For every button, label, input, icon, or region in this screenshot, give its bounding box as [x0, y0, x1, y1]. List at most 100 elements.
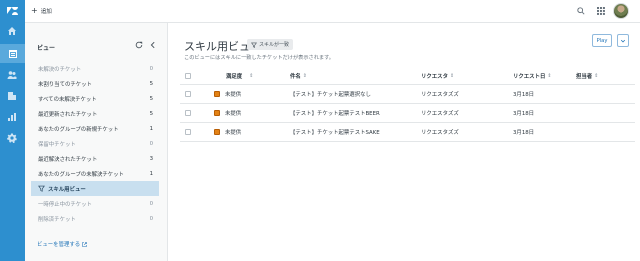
top-bar: + 追加	[25, 0, 640, 23]
view-item[interactable]: 最近更新されたチケット 5	[31, 106, 159, 121]
view-item[interactable]: あなたのグループの未解決チケット 1	[31, 166, 159, 181]
row-checkbox[interactable]	[185, 129, 191, 135]
view-item-label: 一時停止中のチケット	[38, 201, 92, 208]
sort-icon: ⇕	[594, 73, 599, 79]
view-item-count: 5	[149, 110, 153, 117]
manage-views-link[interactable]: ビューを管理する	[37, 240, 87, 248]
requested-cell: 3月18日	[513, 130, 535, 136]
status-square-icon	[214, 110, 220, 116]
col-label: 満足度	[226, 74, 243, 80]
play-button[interactable]: Play	[592, 34, 612, 47]
subject-cell[interactable]: 【テスト】チケット起票選択なし	[290, 85, 371, 103]
view-item[interactable]: 一時停止中のチケット 0	[31, 196, 159, 211]
row-checkbox[interactable]	[185, 91, 191, 97]
view-item-count: 1	[149, 125, 153, 132]
status-square-icon	[214, 91, 220, 97]
select-all-checkbox[interactable]	[185, 73, 191, 79]
table-header: 満足度 ⇕ 件名 ⇕ リクエスタ ⇕ リクエスト日 ⇕ 担当者 ⇕	[180, 68, 635, 85]
view-item[interactable]: 未解決のチケット 0	[31, 61, 159, 76]
satisfaction-cell: 未提供	[214, 104, 241, 122]
satisfaction-cell: 未提供	[214, 123, 241, 141]
view-item-label: 削除済チケット	[38, 216, 76, 223]
filter-icon	[251, 42, 257, 48]
search-icon[interactable]	[577, 7, 585, 15]
views-icon[interactable]	[0, 44, 25, 63]
organizations-icon[interactable]	[6, 90, 18, 102]
add-button[interactable]: + 追加	[31, 6, 52, 16]
subject-cell[interactable]: 【テスト】チケット起票テストBEER	[290, 104, 380, 122]
col-subject[interactable]: 件名 ⇕	[290, 68, 307, 84]
col-label: 担当者	[576, 74, 593, 80]
views-panel: ビュー 未解決のチケット 0 未割り当てのチケット 5 すべての未解決チケット …	[25, 23, 168, 261]
row-checkbox[interactable]	[185, 110, 191, 116]
view-item[interactable]: あなたのグループの新規チケット 1	[31, 121, 159, 136]
view-item-skill[interactable]: スキル用ビュー	[31, 181, 159, 196]
admin-gear-icon[interactable]	[6, 132, 18, 144]
filter-icon	[38, 185, 45, 192]
satisfaction-text: 未提供	[225, 92, 242, 98]
view-item[interactable]: すべての未解決チケット 5	[31, 91, 159, 106]
main-content: スキル用ビュー スキルが一致 このビューにはスキルに一致したチケットだけが表示さ…	[168, 23, 640, 261]
view-item[interactable]: 削除済チケット 0	[31, 211, 159, 226]
view-item-label: 最近更新されたチケット	[38, 111, 98, 118]
satisfaction-text: 未提供	[225, 111, 242, 117]
home-icon[interactable]	[6, 25, 18, 37]
table-row[interactable]: 未提供 【テスト】チケット起票選択なし リクエスタズズ 3月18日	[180, 85, 635, 104]
customers-icon[interactable]	[6, 69, 18, 81]
view-item-count: 0	[149, 65, 153, 72]
view-item-label: 未解決のチケット	[38, 66, 82, 73]
refresh-icon[interactable]	[135, 41, 143, 49]
sort-icon: ⇕	[249, 73, 254, 79]
col-requested[interactable]: リクエスト日 ⇕	[513, 68, 552, 84]
col-satisfaction[interactable]: 満足度 ⇕	[226, 68, 253, 84]
chevron-left-icon[interactable]	[149, 41, 157, 49]
view-item-label: すべての未解決チケット	[38, 96, 97, 103]
satisfaction-text: 未提供	[225, 130, 242, 136]
col-label: リクエスタ	[421, 74, 448, 80]
plus-icon: +	[31, 6, 38, 15]
skill-match-tag: スキルが一致	[247, 39, 294, 50]
sort-icon: ⇕	[449, 73, 455, 79]
view-options-button[interactable]	[617, 34, 629, 47]
view-item[interactable]: 未割り当てのチケット 5	[31, 76, 159, 91]
user-avatar[interactable]	[613, 3, 629, 19]
add-label: 追加	[40, 9, 52, 15]
sort-icon: ⇕	[547, 73, 552, 79]
view-item-label: あなたのグループの未解決チケット	[38, 171, 124, 178]
satisfaction-cell: 未提供	[214, 85, 241, 103]
view-item-label: 未割り当てのチケット	[38, 81, 92, 88]
product-rail	[0, 0, 25, 261]
page-subtitle: このビューにはスキルに一致したチケットだけが表示されます。	[184, 55, 334, 61]
view-item[interactable]: 最近解決されたチケット 3	[31, 151, 159, 166]
status-square-icon	[214, 129, 220, 135]
view-item-count: 0	[149, 215, 153, 222]
col-requester[interactable]: リクエスタ ⇕	[421, 68, 454, 84]
requested-cell: 3月18日	[513, 111, 535, 117]
col-assignee[interactable]: 担当者 ⇕	[576, 68, 598, 84]
requester-cell: リクエスタズズ	[421, 92, 459, 98]
tag-label: スキルが一致	[259, 42, 290, 48]
requester-cell: リクエスタズズ	[421, 111, 459, 117]
view-item-count: 0	[149, 200, 153, 207]
manage-views-label: ビューを管理する	[37, 242, 81, 248]
view-item-count: 5	[149, 80, 153, 87]
view-item-count: 1	[149, 170, 153, 177]
view-item-count: 0	[149, 140, 153, 147]
table-row[interactable]: 未提供 【テスト】チケット起票テストSAKE リクエスタズズ 3月18日	[180, 123, 635, 142]
view-item-label: 最近解決されたチケット	[38, 156, 98, 163]
product-tray-icon[interactable]	[597, 7, 605, 15]
row-select-cell	[185, 85, 191, 103]
view-item-label: あなたのグループの新規チケット	[38, 126, 119, 133]
zendesk-logo-icon[interactable]	[6, 5, 18, 17]
view-list: 未解決のチケット 0 未割り当てのチケット 5 すべての未解決チケット 5 最近…	[31, 61, 159, 226]
col-label: リクエスト日	[513, 74, 546, 80]
subject-cell[interactable]: 【テスト】チケット起票テストSAKE	[290, 123, 380, 141]
requester-cell: リクエスタズズ	[421, 130, 459, 136]
requested-cell: 3月18日	[513, 92, 535, 98]
sort-icon: ⇕	[302, 73, 307, 79]
view-item[interactable]: 保留中チケット 0	[31, 136, 159, 151]
table-row[interactable]: 未提供 【テスト】チケット起票テストBEER リクエスタズズ 3月18日	[180, 104, 635, 123]
row-select-cell	[185, 104, 191, 122]
reporting-icon[interactable]	[6, 111, 18, 123]
tickets-table: 満足度 ⇕ 件名 ⇕ リクエスタ ⇕ リクエスト日 ⇕ 担当者 ⇕ 未提供 【テスト】チケ…	[180, 68, 635, 142]
